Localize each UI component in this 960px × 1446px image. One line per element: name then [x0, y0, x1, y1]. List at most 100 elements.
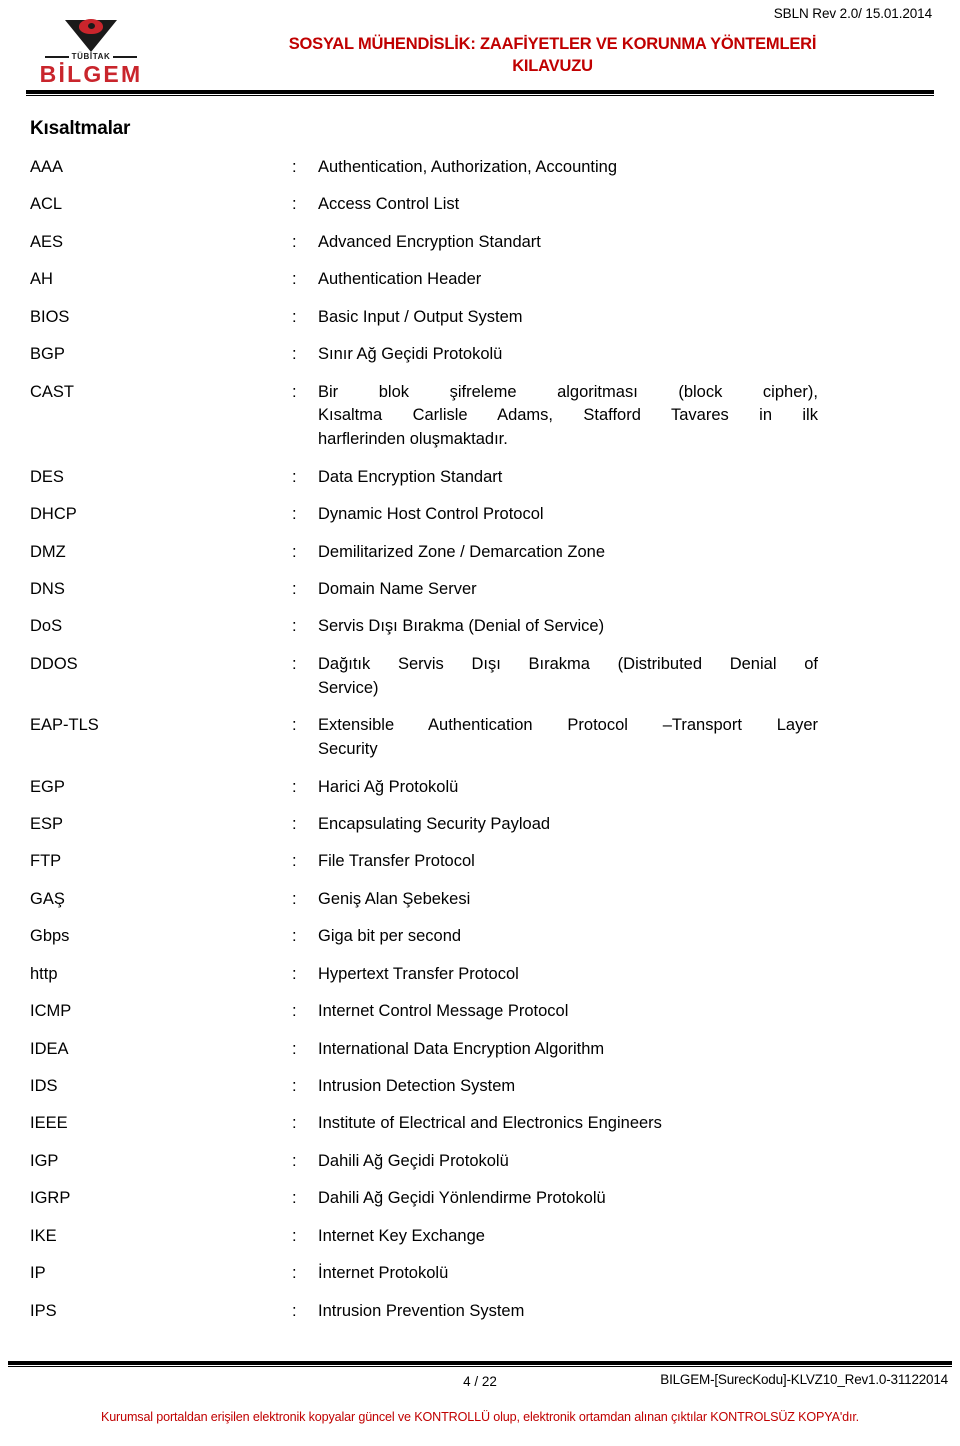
abbreviation-term: AH	[30, 270, 53, 289]
abbreviation-definition: Domain Name Server	[318, 580, 477, 599]
abbreviation-row: IGP: Dahili Ağ Geçidi Protokolü	[0, 1150, 960, 1174]
header-divider-thick	[26, 90, 934, 94]
page-footer: 4 / 22 BILGEM-[SurecKodu]-KLVZ10_Rev1.0-…	[0, 1350, 960, 1446]
abbreviation-row: BIOS: Basic Input / Output System	[0, 306, 960, 330]
abbreviation-definition: Encapsulating Security Payload	[318, 815, 551, 834]
abbreviation-row: http: Hypertext Transfer Protocol	[0, 963, 960, 987]
abbreviation-separator: :	[292, 852, 297, 871]
abbreviation-definition: Authentication Header	[318, 270, 482, 289]
abbreviation-definition: Access Control List	[318, 195, 460, 214]
abbreviation-definition: Institute of Electrical and Electronics …	[318, 1114, 662, 1133]
abbreviation-row: IPS: Intrusion Prevention System	[0, 1300, 960, 1324]
abbreviation-row: GAŞ: Geniş Alan Şebekesi	[0, 888, 960, 912]
controlled-copy-notice: Kurumsal portaldan erişilen elektronik k…	[100, 1410, 860, 1424]
abbreviation-definition: Authentication, Authorization, Accountin…	[318, 158, 618, 176]
abbreviation-definition: International Data Encryption Algorithm	[318, 1039, 605, 1058]
abbreviation-separator: :	[292, 617, 297, 636]
abbreviation-row: DDOS: Dağıtık Servis Dışı Bırakma (Distri…	[0, 653, 960, 701]
abbreviation-definition: Dahili Ağ Geçidi Yönlendirme Protokolü	[318, 1189, 606, 1208]
abbreviation-definition-line: Kısaltma Carlisle Adams, Stafford Tavare…	[318, 406, 818, 425]
abbreviation-definition: Dahili Ağ Geçidi Protokolü	[318, 1151, 509, 1170]
abbreviation-separator: :	[292, 1002, 297, 1021]
document-title-line-2: KILAVUZU	[512, 57, 593, 76]
abbreviation-separator: :	[292, 927, 297, 946]
abbreviation-term: BGP	[30, 345, 65, 364]
abbreviation-term: DHCP	[30, 505, 77, 524]
abbreviation-term: IDS	[30, 1076, 58, 1095]
abbreviation-separator: :	[292, 654, 297, 673]
abbreviation-row: DNS: Domain Name Server	[0, 578, 960, 602]
abbreviation-term: EGP	[30, 777, 65, 796]
abbreviation-term: BIOS	[30, 307, 70, 326]
abbreviation-definition-line: Service)	[318, 678, 379, 697]
abbreviation-definition: İnternet Protokolü	[318, 1264, 449, 1283]
abbreviation-term: IGRP	[30, 1189, 71, 1208]
abbreviation-separator: :	[292, 345, 297, 364]
abbreviation-term: AAA	[30, 158, 64, 176]
page-title: Kısaltmalar	[30, 118, 131, 139]
abbreviation-term: DMZ	[30, 542, 66, 561]
abbreviation-definition: Dağıtık Servis Dışı Bırakma (Distributed…	[318, 653, 818, 701]
abbreviation-separator: :	[292, 307, 297, 326]
abbreviation-term: IEEE	[30, 1114, 68, 1133]
abbreviation-definition: File Transfer Protocol	[318, 852, 475, 871]
logo-tubitak-text: TÜBİTAK	[71, 52, 111, 61]
abbreviation-definition: Data Encryption Standart	[318, 467, 503, 486]
abbreviation-term: IP	[30, 1264, 46, 1283]
abbreviation-term: CAST	[30, 382, 75, 401]
page-content: Kısaltmalar AAA: Authentication, Authoriz…	[0, 118, 960, 1337]
abbreviation-row: ESP: Encapsulating Security Payload	[0, 813, 960, 837]
abbreviation-row: IDS: Intrusion Detection System	[0, 1075, 960, 1099]
abbreviation-row: DHCP: Dynamic Host Control Protocol	[0, 503, 960, 527]
document-title-line-1: SOSYAL MÜHENDİSLİK: ZAAFİYETLER VE KORUN…	[288, 35, 817, 53]
abbreviation-definition: Basic Input / Output System	[318, 307, 523, 326]
abbreviation-separator: :	[292, 889, 297, 908]
abbreviation-row: IKE: Internet Key Exchange	[0, 1225, 960, 1249]
abbreviation-row: ICMP: Internet Control Message Protocol	[0, 1000, 960, 1024]
logo-left-rule	[44, 56, 69, 58]
header-divider-thin	[26, 95, 934, 96]
abbreviation-term: EAP-TLS	[30, 716, 99, 735]
abbreviation-row: Gbps: Giga bit per second	[0, 925, 960, 949]
abbreviation-row: IP: İnternet Protokolü	[0, 1262, 960, 1286]
abbreviation-definition: Sınır Ağ Geçidi Protokolü	[318, 345, 503, 364]
abbreviation-row: AES: Advanced Encryption Standart	[0, 231, 960, 255]
abbreviation-definition: Extensible Authentication Protocol –Tran…	[318, 714, 818, 762]
abbreviation-separator: :	[292, 716, 297, 735]
abbreviation-term: DoS	[30, 617, 63, 636]
abbreviation-separator: :	[292, 1114, 297, 1133]
abbreviation-separator: :	[292, 158, 297, 176]
abbreviation-term: GAŞ	[30, 889, 65, 908]
abbreviation-term: DDOS	[30, 654, 78, 673]
abbreviation-definition: Intrusion Prevention System	[318, 1301, 525, 1320]
abbreviation-term: DNS	[30, 580, 65, 599]
abbreviation-row: FTP: File Transfer Protocol	[0, 850, 960, 874]
abbreviation-row: EGP: Harici Ağ Protokolü	[0, 776, 960, 800]
abbreviation-separator: :	[292, 270, 297, 289]
abbreviation-term: Gbps	[30, 927, 70, 946]
abbreviation-definition: Internet Key Exchange	[318, 1226, 485, 1245]
abbreviation-definition: Demilitarized Zone / Demarcation Zone	[318, 542, 606, 561]
abbreviation-separator: :	[292, 815, 297, 834]
abbreviation-separator: :	[292, 232, 297, 251]
abbreviation-definition: Servis Dışı Bırakma (Denial of Service)	[318, 617, 605, 636]
abbreviation-row: ACL: Access Control List	[0, 193, 960, 217]
tubitak-triangle-logo-icon	[65, 18, 117, 52]
abbreviation-separator: :	[292, 964, 297, 983]
abbreviation-term: IDEA	[30, 1039, 69, 1058]
abbreviation-term: http	[30, 964, 58, 983]
abbreviation-row: AAA: Authentication, Authorization, Accou…	[0, 156, 960, 180]
abbreviation-separator: :	[292, 1226, 297, 1245]
logo-right-rule	[113, 56, 138, 58]
abbreviation-separator: :	[292, 777, 297, 796]
abbreviation-separator: :	[292, 382, 297, 401]
abbreviation-separator: :	[292, 1189, 297, 1208]
abbreviation-list: AAA: Authentication, Authorization, Accou…	[0, 156, 960, 1323]
abbreviation-definition-line: Bir blok şifreleme algoritması (block ci…	[318, 382, 818, 401]
abbreviation-term: IKE	[30, 1226, 57, 1245]
abbreviation-definition: Hypertext Transfer Protocol	[318, 964, 519, 983]
abbreviation-term: DES	[30, 467, 64, 486]
abbreviation-separator: :	[292, 1076, 297, 1095]
logo-tubitak-row: TÜBİTAK	[30, 53, 152, 61]
abbreviation-row: DoS: Servis Dışı Bırakma (Denial of Servi…	[0, 615, 960, 639]
